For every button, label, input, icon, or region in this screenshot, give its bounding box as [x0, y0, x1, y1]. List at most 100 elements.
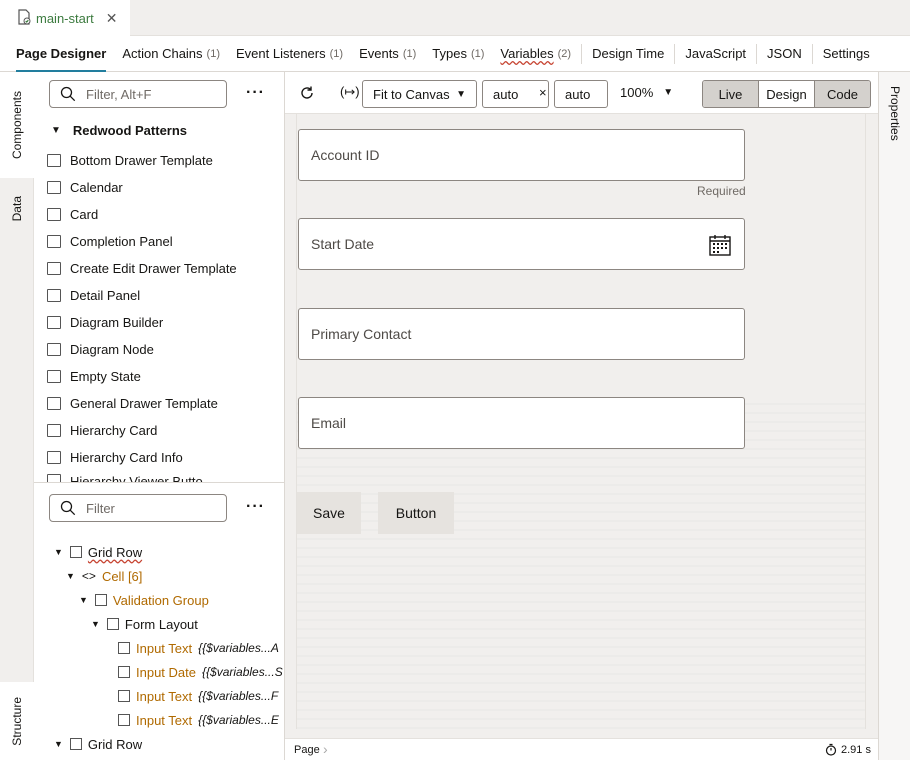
search-icon — [60, 86, 76, 102]
tab-components[interactable]: Components — [0, 72, 34, 178]
detail-icon — [47, 288, 61, 302]
diagram-icon — [47, 342, 61, 356]
tree-node-cell[interactable]: ▼ <> Cell [6] — [66, 566, 142, 586]
fit-to-canvas-select[interactable]: Fit to Canvas ▼ — [362, 80, 477, 108]
tab-data[interactable]: Data — [0, 184, 34, 234]
left-rail: Components Data Structure — [0, 72, 34, 760]
component-item[interactable]: Create Edit Drawer Template — [47, 258, 237, 278]
doc-tab-main-start[interactable]: main-start ✕ — [0, 0, 130, 36]
component-item[interactable]: Hierarchy Viewer Butto... — [47, 474, 214, 482]
drawer-icon — [47, 261, 61, 275]
components-more-button[interactable]: ··· — [246, 84, 265, 102]
grid-row-icon — [69, 546, 82, 558]
empty-state-icon — [47, 369, 61, 383]
breadcrumb-page[interactable]: Page — [294, 744, 320, 756]
input-text-icon — [118, 690, 130, 702]
tab-settings[interactable]: Settings — [811, 43, 878, 64]
group-redwood-patterns[interactable]: ▼ Redwood Patterns — [51, 123, 187, 138]
close-tab-icon[interactable]: ✕ — [106, 10, 118, 27]
designer-tabs: Page Designer Action Chains (1) Event Lis… — [0, 36, 910, 72]
code-mode-button[interactable]: Code — [814, 81, 870, 107]
component-item[interactable]: Bottom Drawer Template — [47, 150, 213, 170]
tab-javascript[interactable]: JavaScript — [674, 43, 754, 64]
view-mode-toggle: Live Design Code — [702, 80, 871, 108]
card-icon — [47, 207, 61, 221]
live-mode-button[interactable]: Live — [703, 81, 758, 107]
chevron-down-icon: ▼ — [54, 547, 63, 557]
component-item[interactable]: Calendar — [47, 177, 123, 197]
tab-page-designer[interactable]: Page Designer — [8, 36, 114, 72]
generic-button[interactable]: Button — [378, 492, 454, 534]
tab-json[interactable]: JSON — [756, 43, 810, 64]
calendar-icon — [118, 666, 130, 678]
tree-node-input-date[interactable]: Input Date {{$variables...S — [118, 662, 283, 682]
component-item[interactable]: General Drawer Template — [47, 393, 218, 413]
fit-width-icon[interactable]: (↦) — [340, 84, 360, 100]
component-item[interactable]: Card — [47, 204, 98, 224]
panel-divider[interactable] — [34, 482, 285, 483]
page-file-icon — [16, 8, 32, 28]
refresh-icon[interactable] — [299, 85, 315, 104]
input-text-icon — [118, 714, 130, 726]
tab-action-chains[interactable]: Action Chains (1) — [114, 36, 228, 72]
account-id-field[interactable]: Account ID — [298, 129, 745, 181]
structure-more-button[interactable]: ··· — [246, 498, 265, 516]
tree-node-input-text[interactable]: Input Text {{$variables...F — [118, 686, 283, 706]
code-icon: <> — [81, 569, 96, 583]
chevron-down-icon: ▼ — [66, 571, 75, 581]
validation-group-icon — [94, 594, 107, 606]
tree-node-validation-group[interactable]: ▼ Validation Group — [79, 590, 209, 610]
zoom-select[interactable]: 100% ▼ — [620, 85, 673, 100]
tree-node-grid-row[interactable]: ▼ Grid Row — [54, 734, 142, 754]
start-date-field[interactable]: Start Date — [298, 218, 745, 270]
structure-search-input[interactable]: Filter — [49, 494, 227, 522]
grid-row-icon — [69, 738, 82, 750]
right-rail: Properties — [878, 72, 910, 760]
tab-properties[interactable]: Properties — [888, 86, 902, 141]
search-icon — [60, 500, 76, 516]
hierarchy-icon — [47, 423, 61, 437]
components-search-input[interactable]: Filter, Alt+F — [49, 80, 227, 108]
tab-variables[interactable]: Variables (2) — [492, 36, 579, 72]
tab-events[interactable]: Events (1) — [351, 36, 424, 72]
primary-contact-field[interactable]: Primary Contact — [298, 308, 745, 360]
hierarchy-icon — [47, 474, 61, 482]
search-placeholder: Filter, Alt+F — [86, 86, 152, 102]
canvas-height-input[interactable]: auto — [554, 80, 608, 108]
tree-node-form-layout[interactable]: ▼ Form Layout — [91, 614, 198, 634]
tree-node-input-text[interactable]: Input Text {{$variables...A — [118, 638, 283, 658]
tab-event-listeners[interactable]: Event Listeners (1) — [228, 36, 351, 72]
tab-structure[interactable]: Structure — [0, 682, 34, 760]
times-symbol: × — [539, 85, 547, 100]
email-field[interactable]: Email — [298, 397, 745, 449]
calendar-icon[interactable] — [709, 234, 731, 259]
chevron-down-icon: ▼ — [79, 595, 88, 605]
chevron-down-icon: ▼ — [456, 88, 466, 100]
chevron-down-icon: ▼ — [54, 739, 63, 749]
component-item[interactable]: Hierarchy Card — [47, 420, 157, 440]
save-button[interactable]: Save — [297, 492, 361, 534]
timer-icon — [825, 743, 837, 759]
component-item[interactable]: Empty State — [47, 366, 141, 386]
tree-node-grid-row[interactable]: ▼ Grid Row — [54, 542, 142, 562]
component-item[interactable]: Diagram Builder — [47, 312, 163, 332]
doc-tab-label: main-start — [36, 10, 94, 26]
page-canvas[interactable]: Account ID Required Start Date Primary C… — [296, 114, 866, 729]
tab-design-time[interactable]: Design Time — [581, 43, 672, 64]
required-label: Required — [697, 184, 746, 198]
chevron-down-icon: ▼ — [663, 87, 674, 98]
component-item[interactable]: Detail Panel — [47, 285, 140, 305]
chevron-down-icon: ▼ — [51, 125, 61, 136]
render-time: 2.91 s — [841, 744, 871, 756]
form-layout-icon — [106, 618, 119, 630]
component-item[interactable]: Hierarchy Card Info — [47, 447, 183, 467]
drawer-icon — [47, 396, 61, 410]
panel-icon — [47, 234, 61, 248]
component-item[interactable]: Completion Panel — [47, 231, 173, 251]
component-item[interactable]: Diagram Node — [47, 339, 154, 359]
tree-node-input-text[interactable]: Input Text {{$variables...E — [118, 710, 283, 730]
design-mode-button[interactable]: Design — [758, 81, 814, 107]
calendar-icon — [47, 180, 61, 194]
search-placeholder: Filter — [86, 500, 115, 516]
tab-types[interactable]: Types (1) — [424, 36, 492, 72]
